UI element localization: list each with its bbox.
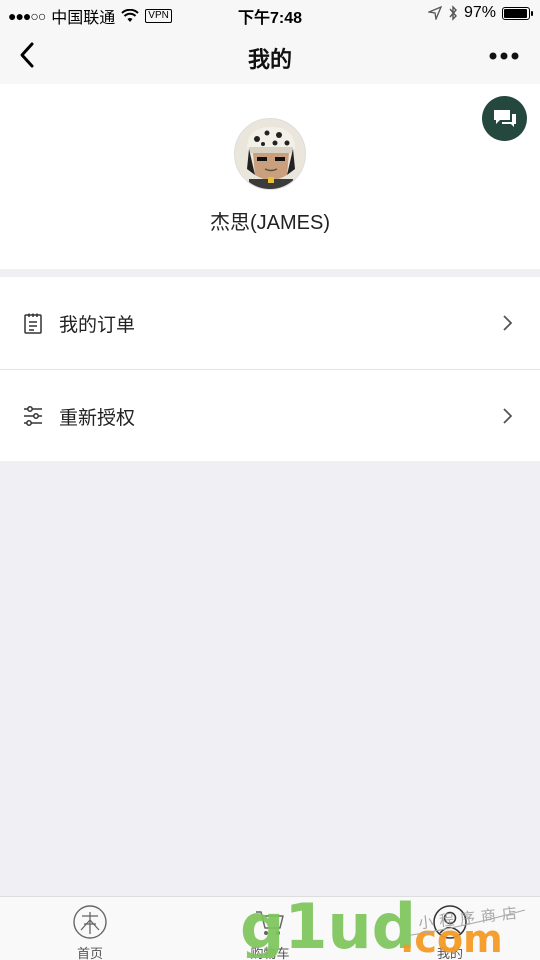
sliders-icon <box>24 406 42 426</box>
tab-label: 购物车 <box>250 946 290 960</box>
tab-label: 我的 <box>436 946 463 960</box>
tab-label: 首页 <box>76 946 103 960</box>
menu-item-my-orders[interactable]: 我的订单 <box>0 277 540 369</box>
more-options-icon[interactable] <box>488 46 520 66</box>
avatar[interactable] <box>234 118 306 190</box>
cart-icon <box>256 911 284 935</box>
chat-bubbles-icon <box>493 109 516 127</box>
avatar-image <box>235 119 305 189</box>
bluetooth-icon <box>449 5 457 21</box>
username: 杰思(JAMES) <box>210 212 330 234</box>
navigation-bar: 我的 <box>0 28 540 84</box>
chevron-right-icon <box>503 315 513 331</box>
profile-card: 杰思(JAMES) <box>0 84 540 269</box>
user-icon <box>433 905 467 939</box>
chat-button[interactable] <box>482 96 527 141</box>
menu-item-label: 我的订单 <box>59 315 136 336</box>
status-bar: ●●●○○ 中国联通 VPN 下午7:48 97% <box>0 0 540 28</box>
menu-item-reauthorize[interactable]: 重新授权 <box>0 369 540 461</box>
clipboard-icon <box>24 313 42 334</box>
battery-fill <box>504 8 528 18</box>
chevron-right-icon <box>503 408 513 424</box>
tab-home[interactable]: 首页 <box>0 897 180 960</box>
battery-percent: 97% <box>463 4 496 21</box>
home-logo-icon <box>73 905 107 939</box>
tab-me[interactable]: 我的 <box>360 897 540 960</box>
menu-list: 我的订单 重新授权 <box>0 277 540 461</box>
page-title: 我的 <box>247 47 292 72</box>
battery-icon <box>502 6 533 20</box>
tab-bar: 首页 购物车 我的 <box>0 896 540 960</box>
menu-item-label: 重新授权 <box>59 408 136 429</box>
location-arrow-icon <box>427 6 442 20</box>
tab-cart[interactable]: 购物车 <box>180 897 360 960</box>
